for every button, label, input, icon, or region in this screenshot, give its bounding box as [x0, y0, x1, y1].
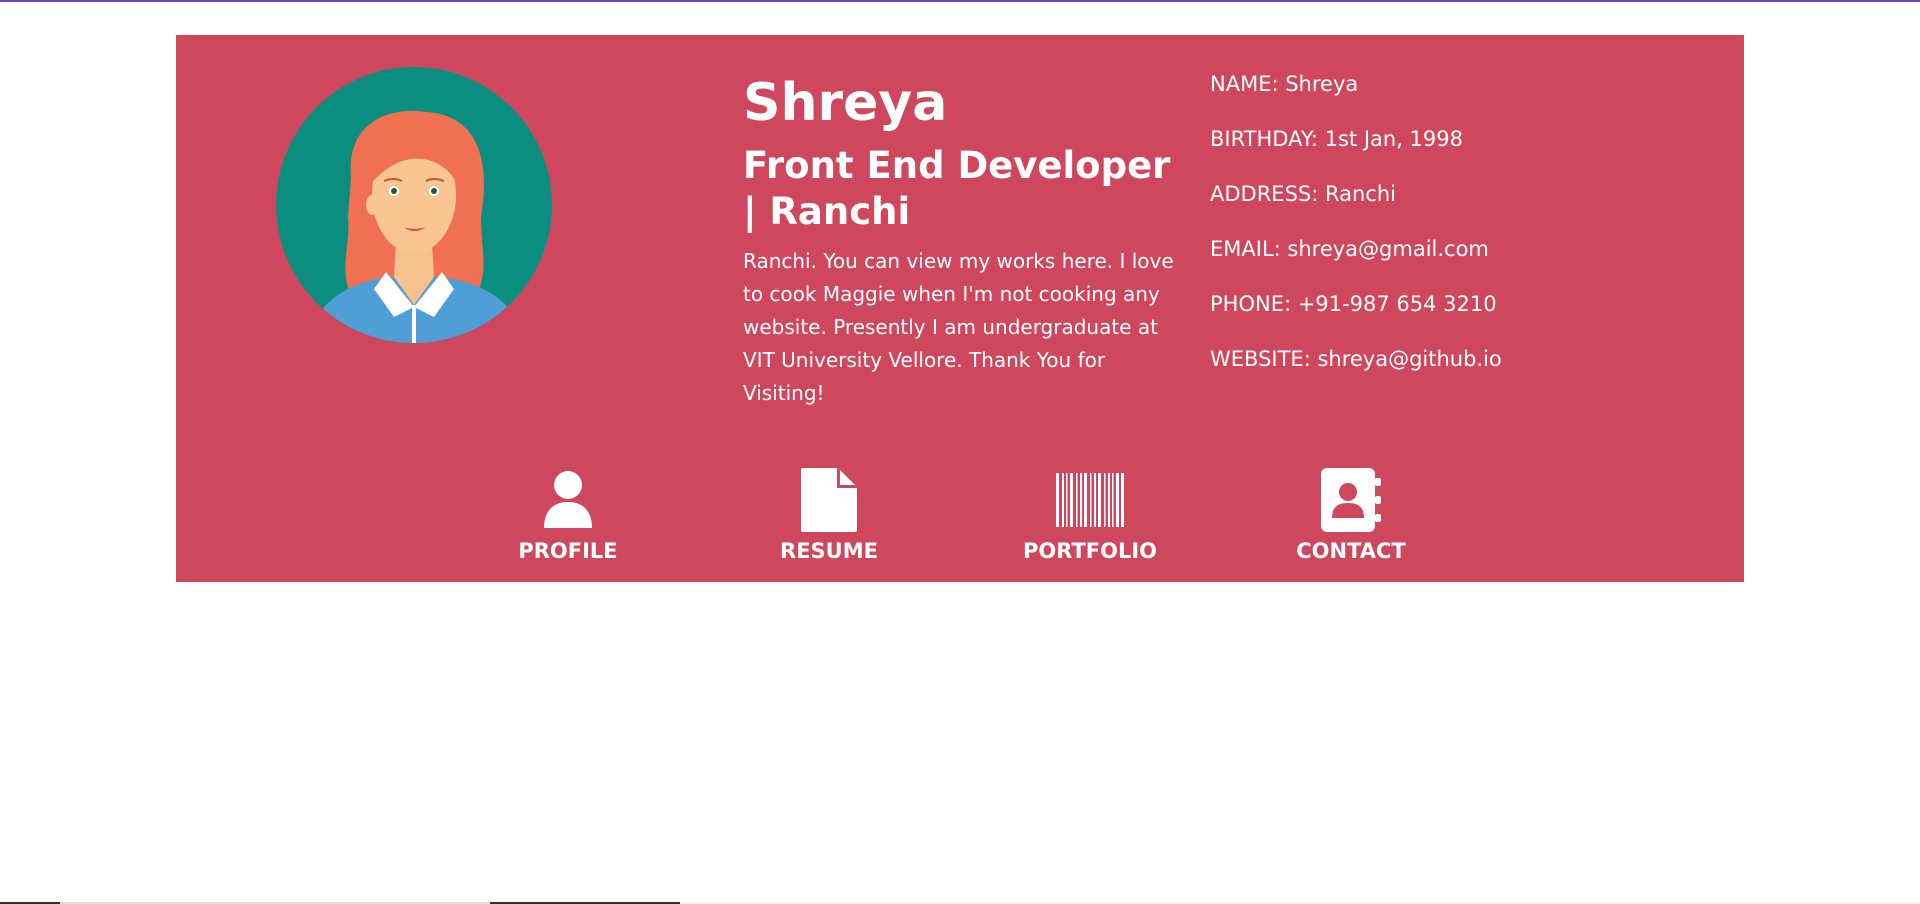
info-email: EMAIL: shreya@gmail.com [1210, 237, 1489, 261]
section-nav: PROFILE RESUME PORTFOLIO CONTACT [176, 465, 1744, 575]
nav-profile[interactable]: PROFILE [468, 465, 668, 565]
nav-contact-label: CONTACT [1296, 539, 1406, 563]
info-name: NAME: Shreya [1210, 72, 1359, 96]
address-book-icon [1251, 465, 1451, 535]
profile-bio: Ranchi. You can view my works here. I lo… [743, 249, 1174, 405]
info-phone: PHONE: +91-987 654 3210 [1210, 292, 1497, 316]
avatar [276, 67, 552, 343]
info-address: ADDRESS: Ranchi [1210, 182, 1396, 206]
profile-card: Shreya Front End Developer | Ranchi Ranc… [176, 35, 1744, 582]
profile-role: Front End Developer | Ranchi [743, 144, 1171, 233]
user-icon [468, 465, 668, 535]
info-birthday: BIRTHDAY: 1st Jan, 1998 [1210, 127, 1463, 151]
intro-section: Shreya Front End Developer | Ranchi Ranc… [743, 71, 1183, 410]
info-list: NAME: Shreya BIRTHDAY: 1st Jan, 1998 ADD… [1210, 68, 1710, 398]
top-accent-line [0, 0, 1920, 2]
nav-portfolio-label: PORTFOLIO [1022, 539, 1158, 563]
barcode-icon [990, 465, 1190, 535]
nav-resume-label: RESUME [780, 539, 878, 563]
profile-name: Shreya [743, 73, 948, 133]
nav-portfolio[interactable]: PORTFOLIO [990, 465, 1190, 565]
nav-resume[interactable]: RESUME [729, 465, 929, 565]
document-icon [729, 465, 929, 535]
nav-contact[interactable]: CONTACT [1251, 465, 1451, 565]
info-website: WEBSITE: shreya@github.io [1210, 347, 1502, 371]
nav-profile-label: PROFILE [518, 539, 618, 563]
